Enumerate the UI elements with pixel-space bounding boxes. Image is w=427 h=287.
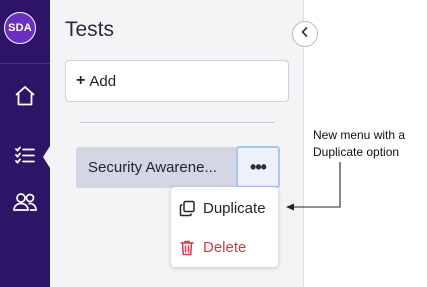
nav-rail: SDA xyxy=(0,0,50,287)
context-menu: Duplicate Delete xyxy=(171,187,278,267)
annotation-text: New menu with a Duplicate option xyxy=(313,127,405,161)
menu-item-delete[interactable]: Delete xyxy=(171,229,278,265)
menu-item-duplicate[interactable]: Duplicate xyxy=(171,190,278,226)
test-item-label: Security Awarene... xyxy=(88,159,217,176)
menu-item-duplicate-label: Duplicate xyxy=(203,199,266,217)
chevron-left-icon xyxy=(299,25,311,43)
nav-tests[interactable] xyxy=(0,137,50,177)
sda-logo[interactable]: SDA xyxy=(4,12,36,44)
divider xyxy=(80,122,274,123)
trash-icon xyxy=(179,239,197,256)
plus-icon: + xyxy=(76,72,86,89)
page-title: Tests xyxy=(65,18,115,41)
annotation-line-2: Duplicate option xyxy=(313,145,400,159)
add-button[interactable]: + Add xyxy=(65,60,289,102)
list-icon xyxy=(13,143,37,172)
nav-home[interactable] xyxy=(0,78,50,118)
home-icon xyxy=(13,84,37,113)
annotation-arrow xyxy=(286,162,341,211)
nav-users[interactable] xyxy=(0,184,50,224)
annotation-line-1: New menu with a xyxy=(313,128,406,142)
copy-icon xyxy=(179,200,197,217)
test-item[interactable]: Security Awarene... xyxy=(76,147,236,188)
more-options-button[interactable]: ••• xyxy=(236,146,280,188)
users-icon xyxy=(12,190,38,219)
rail-divider xyxy=(0,63,50,64)
menu-item-delete-label: Delete xyxy=(203,238,247,256)
more-horizontal-icon: ••• xyxy=(250,156,267,177)
add-label: Add xyxy=(89,72,117,90)
collapse-panel-button[interactable] xyxy=(292,21,318,47)
